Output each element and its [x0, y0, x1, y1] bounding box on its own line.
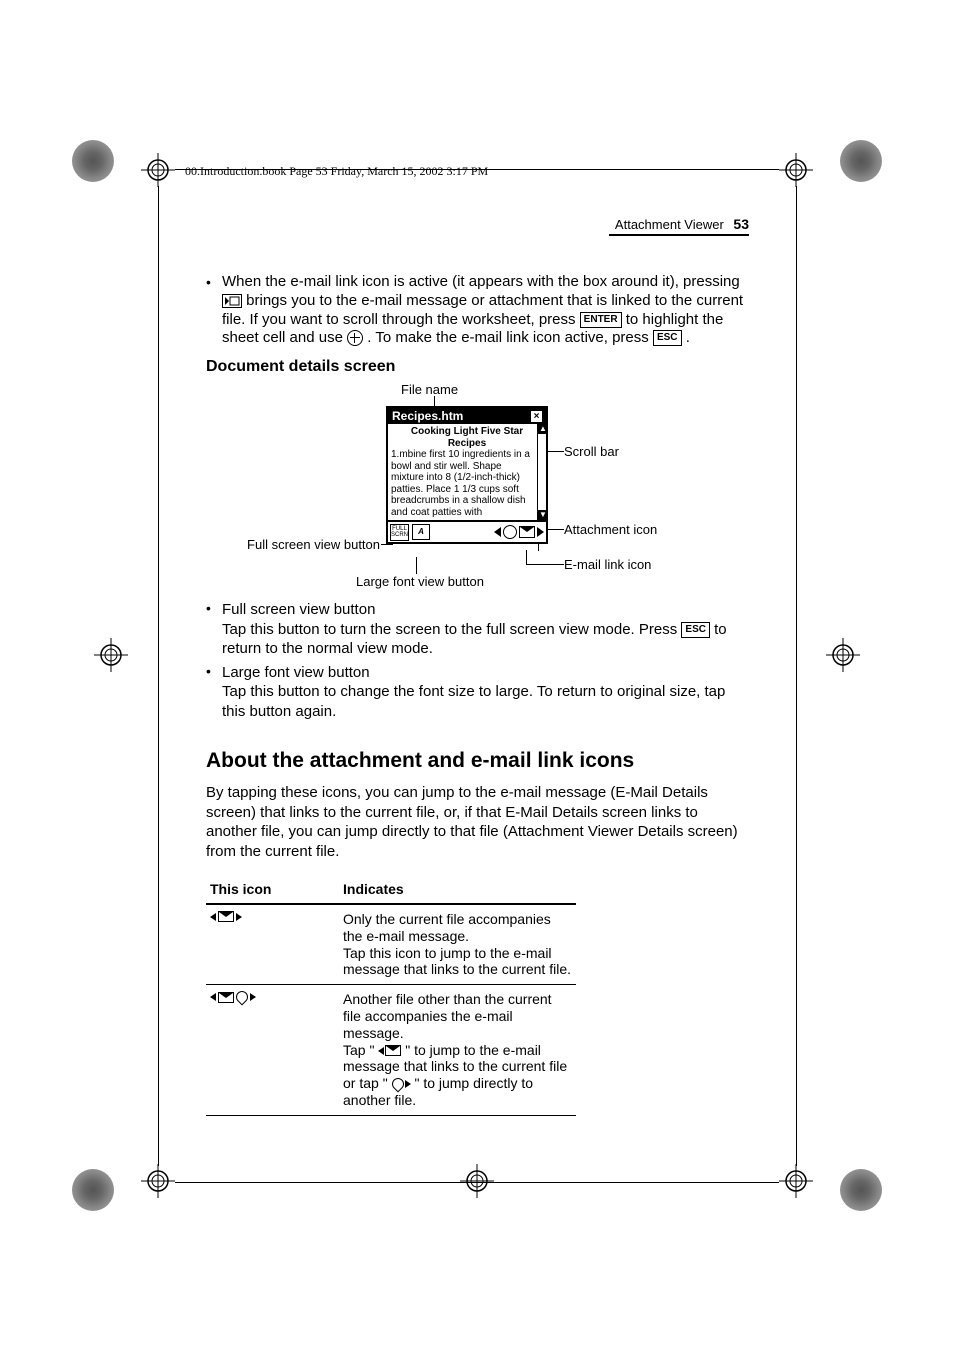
document-details-diagram: File name Scroll bar Attachment icon E-m… — [206, 382, 748, 592]
label-scroll-bar: Scroll bar — [564, 444, 619, 459]
screen-heading: Cooking Light Five Star Recipes — [391, 426, 543, 449]
section-heading-attachment-icons: About the attachment and e-mail link ico… — [206, 749, 748, 773]
subheading-document-details: Document details screen — [206, 358, 748, 376]
next-icon — [250, 993, 256, 1001]
table-cell-icon — [206, 904, 339, 985]
attachment-icon — [503, 525, 517, 539]
next-icon — [537, 527, 544, 537]
bullet-description: Tap this button to turn the screen to th… — [222, 620, 748, 659]
running-header: 00.Introduction.book Page 53 Friday, Mar… — [185, 164, 488, 179]
scroll-up-icon: ▲ — [538, 424, 548, 434]
registration-mark-icon — [826, 638, 860, 672]
bullet-dot-icon: • — [206, 273, 222, 290]
table-row: Another file other than the current file… — [206, 985, 576, 1116]
large-font-button-icon: A — [412, 524, 430, 540]
table-cell-description: Another file other than the current file… — [339, 985, 576, 1116]
registration-mark-icon — [141, 153, 175, 187]
section-name: Attachment Viewer — [615, 217, 724, 232]
crop-line — [796, 186, 797, 1166]
table-row: Only the current file accompanies the e-… — [206, 904, 576, 985]
prev-icon — [494, 527, 501, 537]
label-file-name: File name — [401, 382, 458, 397]
label-attachment-icon: Attachment icon — [564, 522, 657, 537]
screen-mockup: Recipes.htm × ▲ ▼ Cooking Light Five Sta… — [386, 406, 548, 544]
scroll-down-icon: ▼ — [538, 510, 548, 520]
email-link-icon — [218, 992, 234, 1003]
attachment-icon — [234, 989, 251, 1006]
registration-mark-icon — [141, 1164, 175, 1198]
table-header-indicates: Indicates — [339, 875, 576, 904]
table-header-icon: This icon — [206, 875, 339, 904]
enter-key-icon: ENTER — [580, 312, 622, 328]
printer-mark-icon — [72, 1169, 114, 1211]
registration-mark-icon — [779, 1164, 813, 1198]
bullet-description: Tap this button to change the font size … — [222, 682, 748, 721]
printer-mark-icon — [72, 140, 114, 182]
prev-icon — [210, 993, 216, 1001]
screen-toolbar: FULLSCRN A — [388, 520, 546, 542]
email-jump-icon — [378, 1045, 401, 1056]
esc-key-icon: ESC — [653, 330, 682, 346]
label-full-screen-button: Full screen view button — [247, 537, 380, 552]
crop-line — [175, 1182, 779, 1183]
email-link-icon — [519, 526, 535, 538]
registration-mark-icon — [779, 153, 813, 187]
screen-body: ▲ ▼ Cooking Light Five Star Recipes 1.mb… — [388, 424, 546, 520]
table-cell-description: Only the current file accompanies the e-… — [339, 904, 576, 985]
bullet-title: Full screen view button — [222, 600, 748, 620]
bullet-text: When the e-mail link icon is active (it … — [222, 273, 748, 348]
content-area: • When the e-mail link icon is active (i… — [206, 273, 748, 1116]
screen-text: 1.mbine first 10 ingredients in a bowl a… — [391, 449, 543, 518]
icon-table: This icon Indicates Only the current fil… — [206, 875, 576, 1116]
next-icon — [236, 913, 242, 921]
screen-title-text: Recipes.htm — [392, 409, 463, 423]
label-large-font-button: Large font view button — [356, 574, 484, 589]
page-header: Attachment Viewer 53 — [615, 216, 749, 232]
esc-key-icon: ESC — [681, 622, 710, 638]
registration-mark-icon — [94, 638, 128, 672]
close-icon: × — [531, 411, 542, 422]
page: 00.Introduction.book Page 53 Friday, Mar… — [0, 0, 954, 1351]
bullet-title: Large font view button — [222, 663, 748, 683]
full-screen-button-icon: FULLSCRN — [390, 524, 409, 541]
scroll-bar: ▲ ▼ — [537, 424, 548, 520]
prev-icon — [210, 913, 216, 921]
header-rule — [609, 234, 749, 236]
crop-line — [158, 186, 159, 1166]
bullet-item: • Full screen view button Tap this butto… — [206, 600, 748, 659]
printer-mark-icon — [840, 1169, 882, 1211]
nav-pad-icon — [347, 330, 363, 346]
email-link-icon — [222, 294, 242, 308]
bullet-item: • Large font view button Tap this button… — [206, 663, 748, 722]
bullet-dot-icon: • — [206, 663, 222, 722]
bullet-dot-icon: • — [206, 600, 222, 659]
section-paragraph: By tapping these icons, you can jump to … — [206, 783, 748, 861]
attachment-jump-icon — [392, 1078, 411, 1090]
page-number: 53 — [733, 216, 749, 232]
bullet-item: • When the e-mail link icon is active (i… — [206, 273, 748, 348]
table-cell-icon — [206, 985, 339, 1116]
email-link-icon — [218, 911, 234, 922]
printer-mark-icon — [840, 140, 882, 182]
screen-title-bar: Recipes.htm × — [388, 408, 546, 424]
label-email-link-icon: E-mail link icon — [564, 557, 651, 572]
